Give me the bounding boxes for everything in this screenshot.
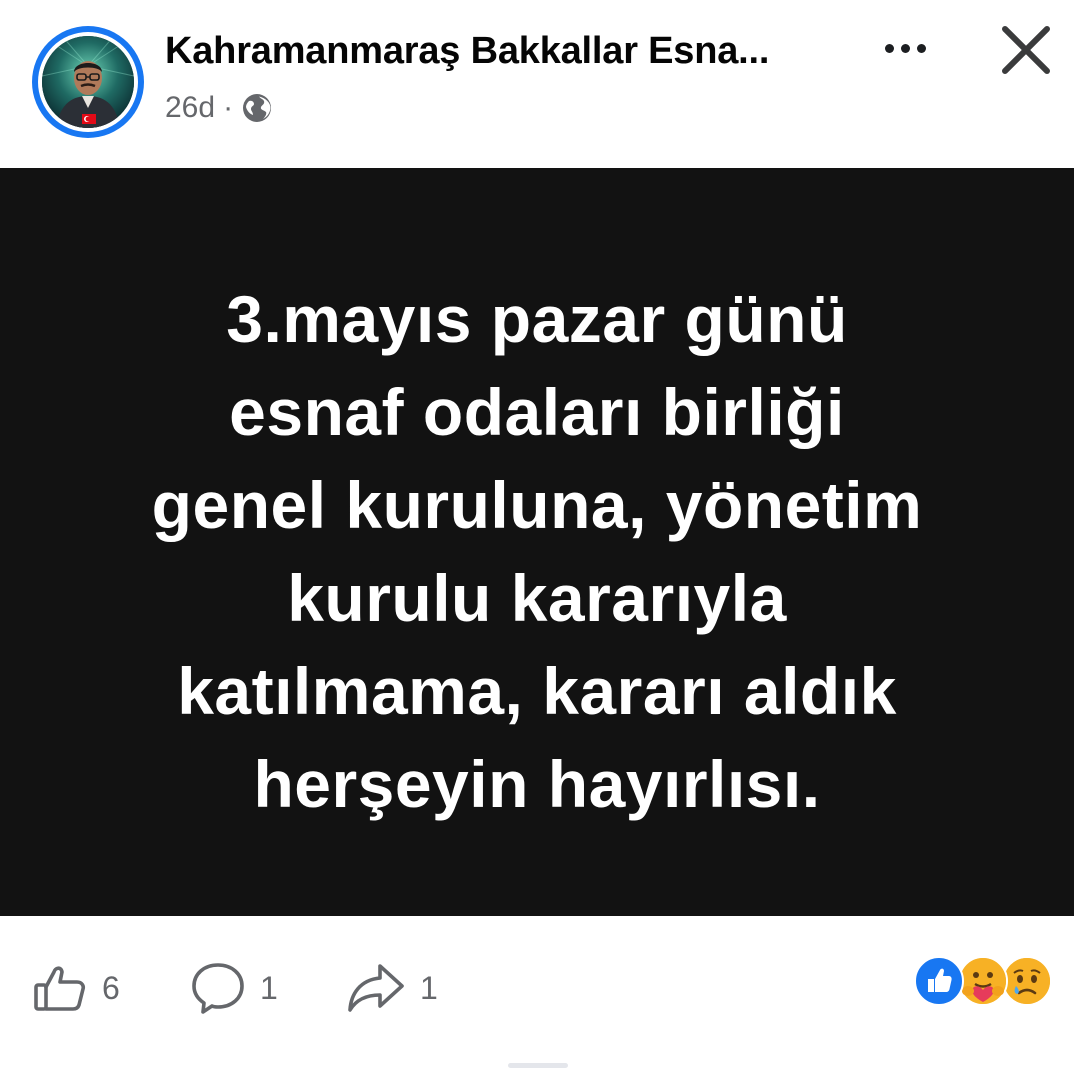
more-horizontal-icon — [884, 43, 894, 53]
share-button[interactable]: 1 — [346, 958, 438, 1018]
close-icon — [1002, 26, 1050, 74]
meta-separator: · — [223, 91, 234, 124]
post-text-line: herşeyin hayırlısı. — [253, 747, 821, 821]
drag-handle[interactable] — [508, 1063, 568, 1068]
share-icon — [348, 964, 404, 1012]
globe-icon — [241, 92, 273, 124]
post-time[interactable]: 26d — [165, 91, 215, 125]
comment-button[interactable]: 1 — [190, 958, 278, 1018]
post-actions: 6 1 1 — [0, 916, 1074, 1068]
more-options-button[interactable] — [872, 28, 938, 68]
post-text-line: kurulu kararıyla — [287, 561, 787, 635]
post-text-line: 3.mayıs pazar günü — [226, 282, 848, 356]
like-button[interactable]: 6 — [32, 958, 120, 1018]
close-button[interactable] — [996, 20, 1056, 80]
profile-photo-image — [42, 36, 134, 128]
post-meta: 26d · — [165, 88, 273, 128]
comment-icon — [192, 963, 244, 1014]
post-text-line: esnaf odaları birliği — [229, 375, 845, 449]
avatar[interactable] — [32, 26, 144, 138]
care-reaction-icon — [958, 956, 1008, 1006]
page-name[interactable]: Kahramanmaraş Bakkallar Esna... — [165, 30, 769, 73]
like-count: 6 — [102, 969, 120, 1006]
share-count: 1 — [420, 969, 438, 1006]
comment-count: 1 — [260, 969, 278, 1006]
like-icon — [34, 966, 86, 1011]
profile-photo — [42, 36, 134, 128]
like-reaction-icon — [914, 956, 964, 1006]
sad-reaction-icon — [1002, 956, 1052, 1006]
post-text-line: katılmama, kararı aldık — [177, 654, 897, 728]
reaction-summary[interactable] — [914, 956, 1054, 1006]
post-text-image[interactable]: 3.mayıs pazar günü esnaf odaları birliği… — [0, 168, 1074, 916]
post-header: Kahramanmaraş Bakkallar Esna... 26d · — [0, 0, 1074, 168]
post-text: 3.mayıs pazar günü esnaf odaları birliği… — [37, 273, 1037, 831]
post-text-line: genel kuruluna, yönetim — [151, 468, 923, 542]
